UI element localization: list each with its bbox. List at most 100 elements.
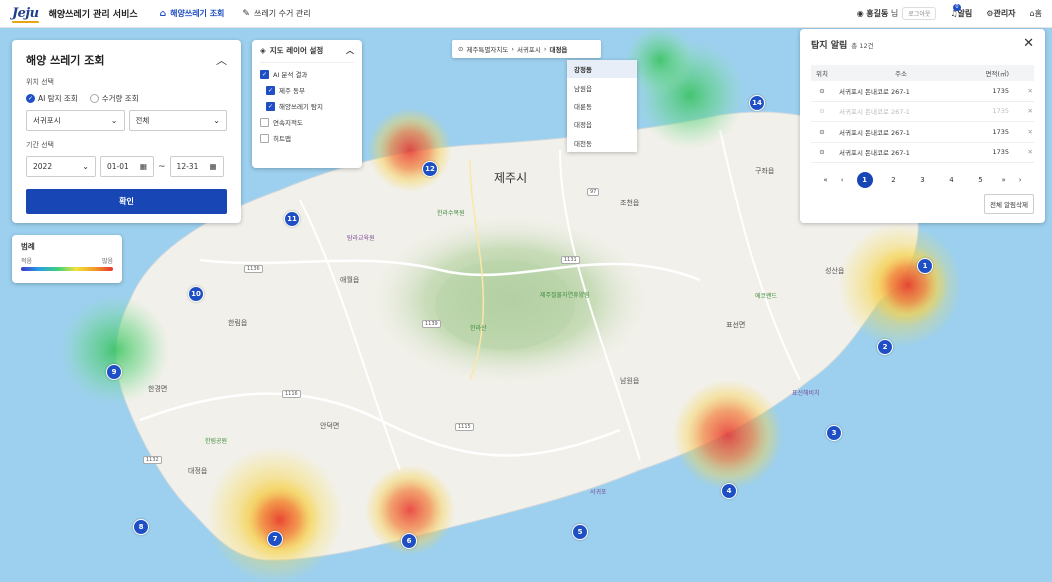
marker-7[interactable]: 7	[267, 531, 283, 547]
layer-jeju-east[interactable]: ✓ 제주 동부	[266, 85, 354, 95]
map-label-pyoseon: 표선면	[726, 321, 746, 329]
marker-4[interactable]: 4	[721, 483, 737, 499]
close-icon[interactable]: ✕	[1023, 36, 1034, 51]
radio-ai-detect[interactable]: ✓ AI 탐지 조회	[26, 93, 78, 104]
map-label-halla-park: 한라수목원	[437, 210, 465, 217]
city-select[interactable]: 서귀포시 ⌄	[26, 110, 125, 131]
layer-trash-detect[interactable]: ✓ 해양쓰레기 탐지	[266, 101, 354, 111]
admin-button[interactable]: ⚙관리자	[986, 8, 1015, 19]
marker-11[interactable]: 11	[284, 211, 300, 227]
table-row[interactable]: ⊙ 서귀포시 돈내코로 267-1 1735 ✕	[811, 81, 1034, 102]
dong-item[interactable]: 대정읍	[567, 115, 637, 133]
user-info: ◉ 홍길동 님 로그아웃	[857, 7, 937, 20]
radio-collection[interactable]: 수거량 조회	[89, 93, 139, 104]
prev-page-icon[interactable]: ‹	[841, 176, 844, 184]
service-title: 해양쓰레기 관리 서비스	[48, 10, 138, 20]
marker-2[interactable]: 2	[877, 339, 893, 355]
map-label-gujwa: 구좌읍	[755, 167, 775, 175]
marker-6[interactable]: 6	[401, 533, 417, 549]
confirm-button[interactable]: 확인	[26, 189, 227, 214]
jeju-logo[interactable]: Jeju	[12, 6, 39, 23]
delete-icon[interactable]: ✕	[1009, 87, 1033, 95]
alarm-panel: 탐지 알림 총 12건 ✕ 위치 주소 면적(㎡) ⊙ 서귀포시 돈내코로 267-1 1…	[800, 29, 1045, 223]
page-2[interactable]: 2	[886, 172, 902, 188]
end-date-input[interactable]: 12-31 ▦	[169, 156, 224, 177]
page-5[interactable]: 5	[973, 172, 989, 188]
legend-low: 적음	[21, 258, 33, 265]
delete-all-button[interactable]: 전체 알림삭제	[984, 194, 1034, 214]
header-area: 면적(㎡)	[985, 70, 1009, 78]
alarm-button[interactable]: 0 ♫알림	[950, 4, 972, 19]
start-date-input[interactable]: 01-01 ▦	[100, 156, 154, 177]
table-header: 위치 주소 면적(㎡)	[811, 65, 1034, 81]
legend-gradient-bar	[21, 267, 113, 271]
map-label-hangyeong: 한경면	[148, 385, 168, 393]
page-3[interactable]: 3	[915, 172, 931, 188]
row-address: 서귀포시 돈내코로 267-1	[839, 87, 910, 96]
year-select[interactable]: 2022 ⌄	[26, 156, 96, 177]
first-page-icon[interactable]: «	[823, 176, 827, 184]
breadcrumb-region[interactable]: 제주특별자치도	[466, 44, 508, 54]
map-label-jeolmul: 제주절물자연휴양림	[540, 292, 590, 299]
marker-14[interactable]: 14	[749, 95, 765, 111]
dong-item[interactable]: 대천동	[567, 134, 637, 152]
table-row[interactable]: ⊙ 서귀포시 돈내코로 267-1 1735 ✕	[811, 122, 1034, 143]
road-1139: 1139	[422, 320, 441, 328]
road-1131: 1131	[561, 256, 580, 264]
marker-9[interactable]: 9	[106, 364, 122, 380]
layer-ai-result[interactable]: ✓ AI 분석 결과	[260, 69, 354, 79]
home-label: 홈	[1034, 9, 1042, 18]
radio-label: AI 탐지 조회	[38, 94, 78, 103]
location-pin-icon[interactable]: ⊙	[811, 128, 833, 136]
checkbox-checked-icon: ✓	[266, 85, 275, 95]
collapse-chevron-icon[interactable]: ︿	[346, 45, 354, 56]
dong-item[interactable]: 대륜동	[567, 97, 637, 115]
marker-10[interactable]: 10	[188, 286, 204, 302]
breadcrumb-city[interactable]: 서귀포시	[517, 44, 541, 54]
location-pin-icon[interactable]: ⊙	[811, 107, 833, 115]
pagination: « ‹ 1 2 3 4 5 » ›	[811, 172, 1034, 188]
nav-collection-management[interactable]: ✎ 쓰레기 수거 관리	[242, 8, 310, 19]
search-panel: 해양 쓰레기 조회 ︿ 위치 선택 ✓ AI 탐지 조회 수거량 조회 서귀포시 ⌄…	[12, 40, 241, 223]
nav-trash-search[interactable]: ⌂ 해양쓰레기 조회	[160, 8, 225, 19]
location-pin-icon[interactable]: ⊙	[811, 148, 833, 156]
row-area: 1735	[992, 148, 1009, 157]
header-address: 주소	[895, 70, 907, 78]
user-name: 홍길동	[866, 9, 889, 18]
page-1[interactable]: 1	[856, 172, 873, 188]
next-page-icon[interactable]: ›	[1019, 176, 1022, 184]
location-pin-icon[interactable]: ⊙	[811, 87, 833, 95]
map-label-andeok: 안덕면	[320, 422, 340, 430]
delete-icon[interactable]: ✕	[1009, 148, 1033, 156]
marker-1[interactable]: 1	[917, 258, 933, 274]
marker-5[interactable]: 5	[572, 524, 588, 540]
row-area: 1735	[992, 127, 1009, 136]
home-button[interactable]: ⌂홈	[1030, 8, 1042, 19]
last-page-icon[interactable]: »	[1002, 176, 1006, 184]
marker-3[interactable]: 3	[826, 425, 842, 441]
layer-cadastral[interactable]: 연속지적도	[260, 117, 354, 127]
layer-heatmap[interactable]: 히트맵	[260, 133, 354, 143]
chevron-down-icon: ⌄	[110, 116, 118, 125]
checkbox-checked-icon: ✓	[266, 101, 275, 111]
row-address: 서귀포시 돈내코로 267-1	[839, 128, 910, 137]
table-row[interactable]: ⊙ 서귀포시 돈내코로 267-1 1735 ✕	[811, 102, 1034, 122]
table-row[interactable]: ⊙ 서귀포시 돈내코로 267-1 1735 ✕	[811, 143, 1034, 163]
top-bar: Jeju 해양쓰레기 관리 서비스 ⌂ 해양쓰레기 조회 ✎ 쓰레기 수거 관리 ◉…	[0, 0, 1052, 28]
breadcrumb-dong[interactable]: 대정읍	[549, 44, 567, 54]
marker-12[interactable]: 12	[422, 161, 438, 177]
collapse-chevron-icon[interactable]: ︿	[216, 52, 227, 68]
chevron-down-icon: ⌄	[213, 116, 220, 125]
page-4[interactable]: 4	[944, 172, 960, 188]
calendar-icon: ▦	[139, 162, 147, 171]
chevron-right-icon: ›	[511, 45, 514, 53]
district-select[interactable]: 전체 ⌄	[128, 110, 227, 131]
dong-item[interactable]: 남원읍	[567, 78, 637, 96]
delete-icon[interactable]: ✕	[1009, 128, 1033, 136]
logout-button[interactable]: 로그아웃	[902, 7, 937, 20]
dong-item[interactable]: 강정동	[567, 60, 637, 79]
delete-icon[interactable]: ✕	[1009, 107, 1033, 115]
marker-8[interactable]: 8	[133, 519, 149, 535]
chevron-right-icon: ›	[543, 45, 547, 53]
legend-title: 범례	[21, 242, 35, 251]
